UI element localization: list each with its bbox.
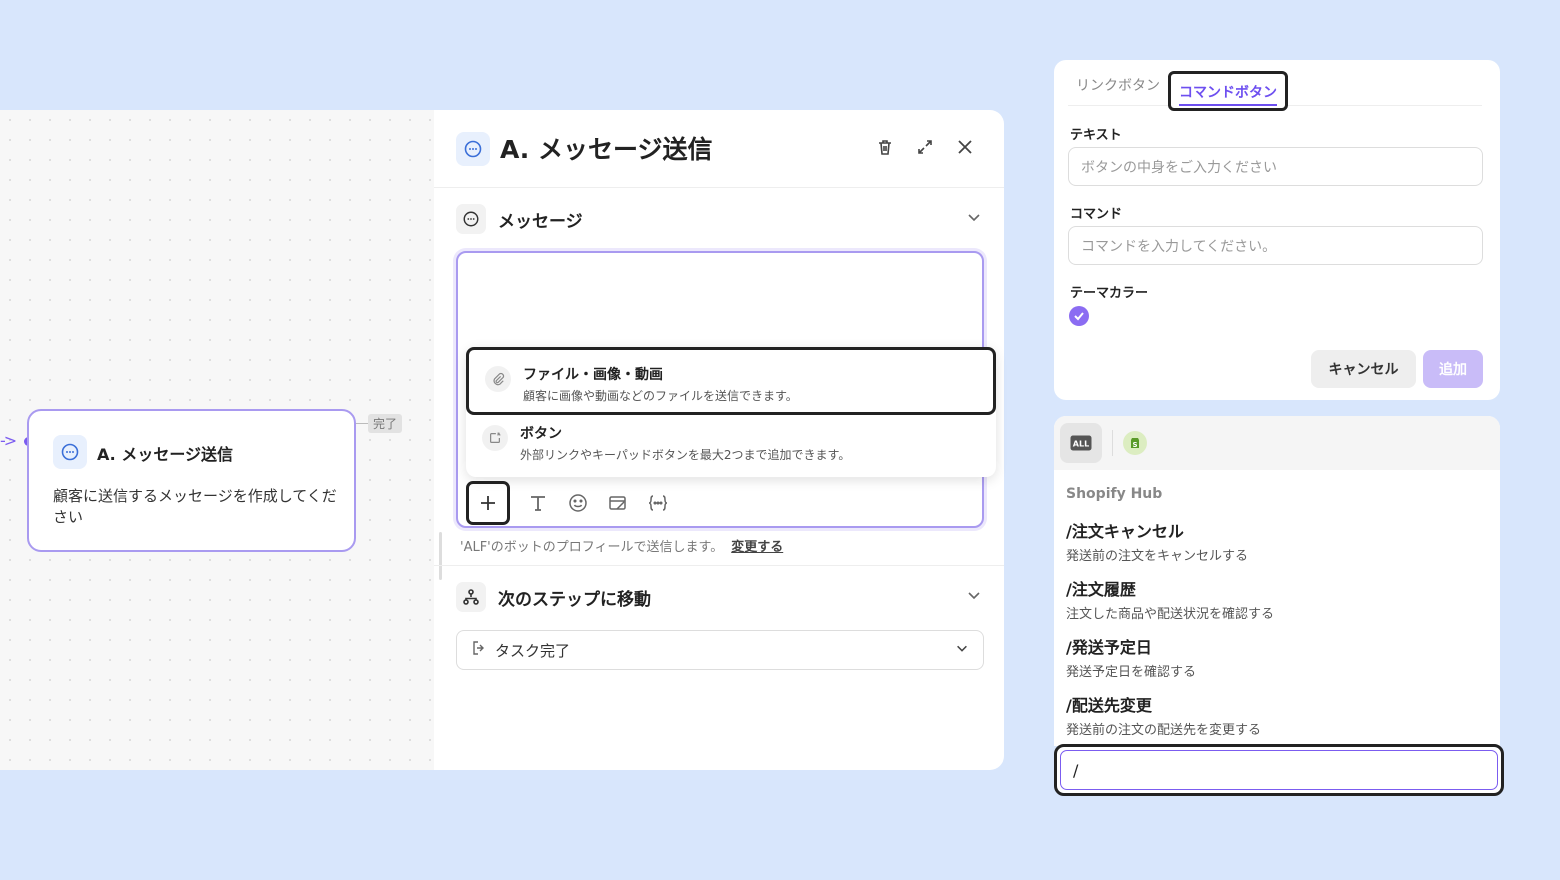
app-filter-bar: ALL S <box>1054 416 1500 470</box>
next-step-select-value: タスク完了 <box>495 641 571 660</box>
button-type-tabs: リンクボタン コマンドボタン <box>1068 68 1482 111</box>
incoming-connector-arrow: ‑> <box>0 431 17 450</box>
close-icon[interactable] <box>954 136 976 158</box>
divider <box>434 565 1004 566</box>
attach-menu-item-button[interactable]: ボタン 外部リンクやキーパッドボタンを最大2つまで追加できます。 <box>466 419 996 473</box>
tab-command-button[interactable]: コマンドボタン <box>1168 71 1288 111</box>
template-icon[interactable] <box>606 491 630 515</box>
resize-handle[interactable] <box>439 532 442 580</box>
bot-profile-note: 'ALF'のボットのプロフィールで送信します。 変更する <box>460 536 783 555</box>
flow-branch-icon <box>456 582 486 612</box>
app-filter-all[interactable]: ALL <box>1060 423 1102 463</box>
command-search-highlight: / <box>1054 744 1504 796</box>
attach-menu-item-description: 外部リンクやキーパッドボタンを最大2つまで追加できます。 <box>520 448 851 462</box>
command-input[interactable]: コマンドを入力してください。 <box>1068 226 1483 265</box>
bot-profile-note-text: 'ALF'のボットのプロフィールで送信します。 <box>460 540 724 555</box>
cancel-button[interactable]: キャンセル <box>1311 350 1416 388</box>
chevron-down-icon[interactable] <box>966 209 982 229</box>
change-bot-profile-link[interactable]: 変更する <box>731 540 783 555</box>
chat-bubble-icon <box>456 132 490 166</box>
node-editor-panel: A. メッセージ送信 メッセージ ファイル・画像・動画 顧客に画像や動画などのフ… <box>434 110 1004 770</box>
attach-menu-item-title: ファイル・画像・動画 <box>523 367 663 383</box>
command-item[interactable]: /配送先変更 発送前の注文の配送先を変更する <box>1066 692 1486 738</box>
trash-icon[interactable] <box>874 136 896 158</box>
tab-link-button[interactable]: リンクボタン <box>1068 75 1168 105</box>
add-button[interactable]: 追加 <box>1423 350 1483 388</box>
command-name: /注文キャンセル <box>1066 522 1184 541</box>
message-section-header[interactable]: メッセージ <box>456 204 982 234</box>
exit-icon <box>471 640 487 660</box>
text-field-label: テキスト <box>1070 128 1122 143</box>
chevron-down-icon <box>955 641 969 659</box>
command-picker: ALL S Shopify Hub /注文キャンセル 発送前の注文をキャンセルす… <box>1054 416 1500 746</box>
command-description: 注文した商品や配送状況を確認する <box>1066 607 1275 622</box>
theme-color-swatch[interactable] <box>1069 306 1089 326</box>
attach-menu-item-file[interactable]: ファイル・画像・動画 顧客に画像や動画などのファイルを送信できます。 <box>466 347 996 415</box>
flow-node-send-message[interactable]: A. メッセージ送信 顧客に送信するメッセージを作成してください <box>27 409 356 552</box>
command-name: /注文履歴 <box>1066 580 1136 599</box>
message-section-title: メッセージ <box>498 211 583 232</box>
next-step-section-header[interactable]: 次のステップに移動 <box>456 582 982 612</box>
editor-actions <box>874 136 976 158</box>
command-name: /配送先変更 <box>1066 696 1152 715</box>
svg-text:S: S <box>1132 441 1137 449</box>
command-group-label: Shopify Hub <box>1066 486 1163 502</box>
command-item[interactable]: /注文キャンセル 発送前の注文をキャンセルする <box>1066 518 1486 564</box>
node-title: A. メッセージ送信 <box>97 445 234 464</box>
theme-color-label: テーマカラー <box>1070 286 1149 301</box>
attach-menu-item-description: 顧客に画像や動画などのファイルを送信できます。 <box>523 389 798 403</box>
attach-menu: ファイル・画像・動画 顧客に画像や動画などのファイルを送信できます。 ボタン 外… <box>466 347 996 477</box>
next-step-section-title: 次のステップに移動 <box>498 589 651 610</box>
chevron-down-icon[interactable] <box>966 587 982 607</box>
button-settings-card: リンクボタン コマンドボタン テキスト ボタンの中身をご入力ください コマンド … <box>1054 60 1500 400</box>
node-description: 顧客に送信するメッセージを作成してください <box>53 487 337 526</box>
editor-title: A. メッセージ送信 <box>500 135 713 164</box>
variable-icon[interactable] <box>646 491 670 515</box>
check-icon <box>1074 312 1084 321</box>
text-format-icon[interactable] <box>526 491 550 515</box>
command-field-label: コマンド <box>1070 207 1123 222</box>
expand-icon[interactable] <box>914 136 936 158</box>
command-description: 発送予定日を確認する <box>1066 665 1197 680</box>
button-icon <box>482 425 508 451</box>
command-item[interactable]: /発送予定日 発送予定日を確認する <box>1066 634 1486 680</box>
command-item[interactable]: /注文履歴 注文した商品や配送状況を確認する <box>1066 576 1486 622</box>
command-description: 発送前の注文の配送先を変更する <box>1066 723 1262 738</box>
chat-bubble-icon <box>456 204 486 234</box>
composer-toolbar <box>466 481 670 525</box>
chat-bubble-icon <box>53 435 87 469</box>
paperclip-icon <box>485 366 511 392</box>
svg-text:ALL: ALL <box>1073 440 1089 449</box>
command-name: /発送予定日 <box>1066 638 1152 657</box>
command-search-input[interactable]: / <box>1060 750 1498 790</box>
button-text-input[interactable]: ボタンの中身をご入力ください <box>1068 147 1483 186</box>
next-step-select[interactable]: タスク完了 <box>456 630 984 670</box>
attach-menu-item-title: ボタン <box>520 426 562 442</box>
node-output-line <box>356 423 368 424</box>
shopify-icon[interactable]: S <box>1123 431 1147 455</box>
node-status-badge: 完了 <box>368 414 403 433</box>
divider <box>1112 430 1113 456</box>
command-description: 発送前の注文をキャンセルする <box>1066 549 1249 564</box>
tab-command-button-label: コマンドボタン <box>1179 85 1277 106</box>
emoji-icon[interactable] <box>566 491 590 515</box>
add-attachment-button[interactable] <box>466 481 510 525</box>
flow-canvas[interactable]: ‑> A. メッセージ送信 顧客に送信するメッセージを作成してください 完了 <box>0 110 434 770</box>
divider <box>434 187 1004 188</box>
